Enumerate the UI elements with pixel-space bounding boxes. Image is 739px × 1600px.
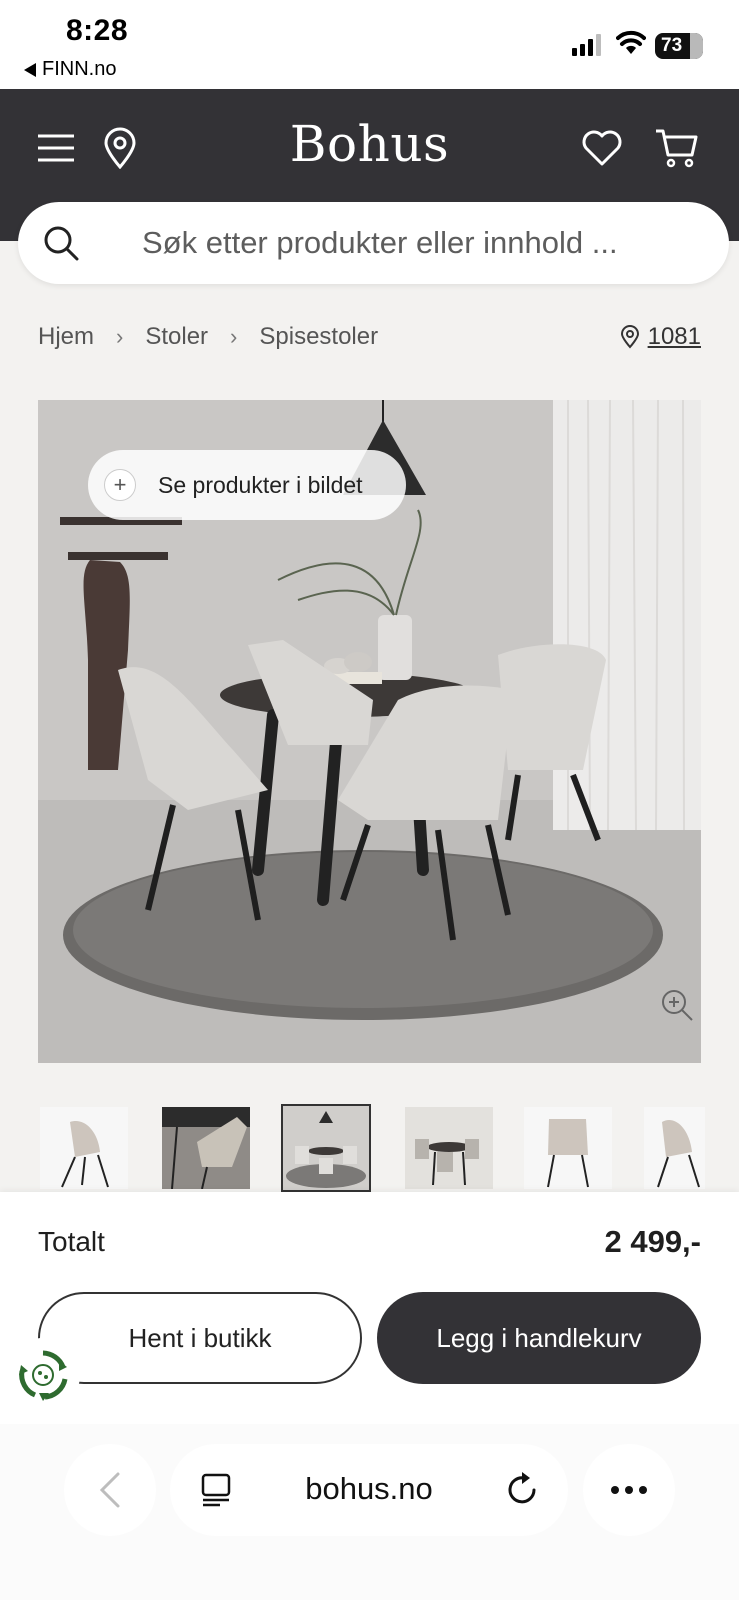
heart-icon (582, 130, 622, 166)
zoom-in-icon[interactable] (660, 988, 694, 1022)
total-label: Totalt (38, 1226, 105, 1257)
breadcrumb-dining-chairs[interactable]: Spisestoler (259, 323, 378, 351)
back-to-app-link[interactable]: FINN.no (24, 58, 116, 81)
search-icon (44, 226, 79, 261)
thumbnail[interactable] (524, 1107, 612, 1189)
pickup-in-store-button[interactable]: Hent i butikk (38, 1292, 362, 1384)
see-products-label: Se produkter i bildet (158, 472, 363, 498)
search-input[interactable] (142, 222, 702, 264)
thumbnail-strip (38, 1104, 705, 1194)
chevron-right-icon: › (116, 324, 124, 349)
chevron-right-icon: › (230, 324, 238, 349)
battery-icon: 73 (655, 33, 703, 59)
breadcrumb-home[interactable]: Hjem (38, 323, 94, 351)
add-to-cart-button[interactable]: Legg i handlekurv (377, 1292, 701, 1384)
chevron-left-icon (99, 1472, 120, 1508)
back-triangle-icon (24, 62, 36, 77)
more-options-button[interactable] (583, 1444, 675, 1536)
plus-icon: + (104, 469, 136, 501)
browser-back-button[interactable] (64, 1444, 156, 1536)
cart-icon (656, 129, 698, 168)
postal-code-selector[interactable]: 1081 (620, 323, 701, 351)
thumbnail[interactable] (162, 1107, 250, 1189)
breadcrumb: Hjem › Stoler › Spisestoler (38, 323, 378, 351)
thumbnail[interactable] (405, 1107, 493, 1189)
total-price: 2 499,- (604, 1224, 701, 1259)
recycle-icon (19, 1350, 68, 1401)
thumbnail[interactable] (40, 1107, 128, 1189)
location-pin-icon (620, 325, 639, 349)
postal-code: 1081 (647, 323, 701, 350)
breadcrumb-chairs[interactable]: Stoler (145, 323, 208, 351)
status-bar: 8:28 FINN.no 73 (0, 0, 739, 89)
battery-level: 73 (661, 35, 683, 56)
site-logo[interactable]: Bohus (0, 115, 739, 173)
add-to-cart-panel: Totalt 2 499,- Hent i butikk Legg i hand… (0, 1192, 739, 1424)
favorites-button[interactable] (578, 124, 626, 172)
back-app-label: FINN.no (42, 58, 117, 80)
cellular-signal-icon (572, 34, 601, 56)
thumbnail[interactable] (644, 1107, 705, 1189)
status-time: 8:28 (66, 14, 129, 47)
eco-recycle-badge[interactable] (6, 1338, 80, 1412)
address-bar[interactable]: bohus.no (170, 1444, 568, 1536)
reload-icon[interactable] (506, 1470, 540, 1508)
thumbnail[interactable] (281, 1104, 371, 1192)
see-products-in-image-button[interactable]: + Se produkter i bildet (88, 450, 406, 520)
search-bar[interactable] (18, 202, 729, 284)
wifi-icon (616, 30, 646, 54)
cart-button[interactable] (652, 124, 700, 172)
browser-toolbar: bohus.no (0, 1424, 739, 1600)
